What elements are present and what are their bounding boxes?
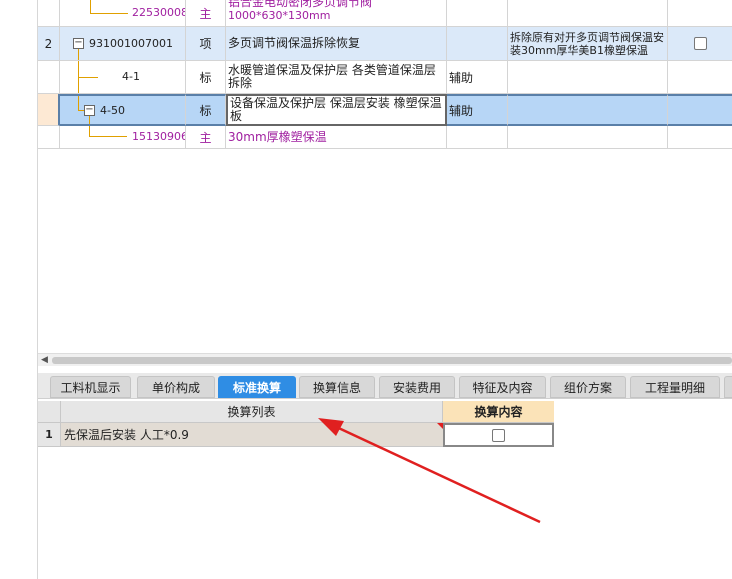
annotation-arrow-icon — [318, 418, 541, 524]
